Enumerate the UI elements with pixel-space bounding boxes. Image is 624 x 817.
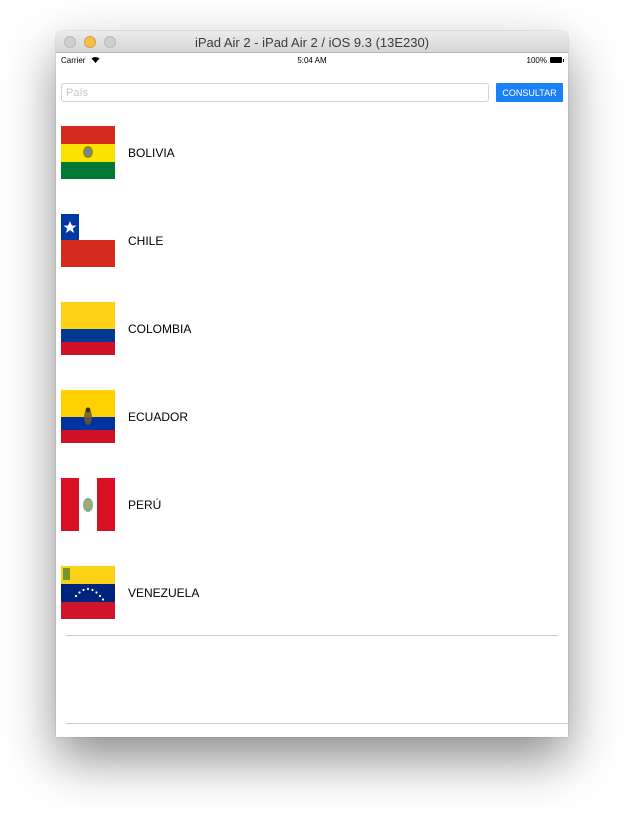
country-row-bolivia[interactable]: BOLIVIA <box>56 119 568 207</box>
consultar-button[interactable]: CONSULTAR <box>496 83 563 102</box>
window-titlebar[interactable]: iPad Air 2 - iPad Air 2 / iOS 9.3 (13E23… <box>56 31 568 53</box>
ecuador-flag-icon <box>61 390 115 443</box>
bolivia-flag-icon <box>61 126 115 179</box>
window-title: iPad Air 2 - iPad Air 2 / iOS 9.3 (13E23… <box>194 35 430 50</box>
row-separator <box>66 723 568 724</box>
battery-percent: 100% <box>526 56 547 65</box>
country-row-peru[interactable]: PERÚ <box>56 471 568 559</box>
country-name: PERÚ <box>128 498 162 512</box>
venezuela-flag-icon <box>61 566 115 619</box>
country-name: VENEZUELA <box>128 586 200 600</box>
country-row-colombia[interactable]: COLOMBIA <box>56 295 568 383</box>
colombia-flag-icon <box>61 302 115 355</box>
country-row-venezuela[interactable]: VENEZUELA <box>56 559 568 647</box>
country-name: CHILE <box>128 234 164 248</box>
country-row-chile[interactable]: CHILE <box>56 207 568 295</box>
country-name: ECUADOR <box>128 410 189 424</box>
country-list: BOLIVIA CHILE COLOMBIA ECUADOR PERÚ VENE… <box>56 119 568 647</box>
country-search-input[interactable] <box>61 83 489 102</box>
chile-flag-icon <box>61 214 115 267</box>
status-time: 5:04 AM <box>297 56 327 65</box>
status-bar: Carrier 5:04 AM 100% <box>56 53 568 69</box>
country-name: COLOMBIA <box>128 322 192 336</box>
device-screen: Carrier 5:04 AM 100% CONSULTAR <box>56 53 568 737</box>
row-separator <box>66 635 558 636</box>
battery-icon <box>550 57 564 63</box>
peru-flag-icon <box>61 478 115 531</box>
simulator-window: iPad Air 2 - iPad Air 2 / iOS 9.3 (13E23… <box>56 31 568 737</box>
country-row-ecuador[interactable]: ECUADOR <box>56 383 568 471</box>
country-name: BOLIVIA <box>128 146 175 160</box>
